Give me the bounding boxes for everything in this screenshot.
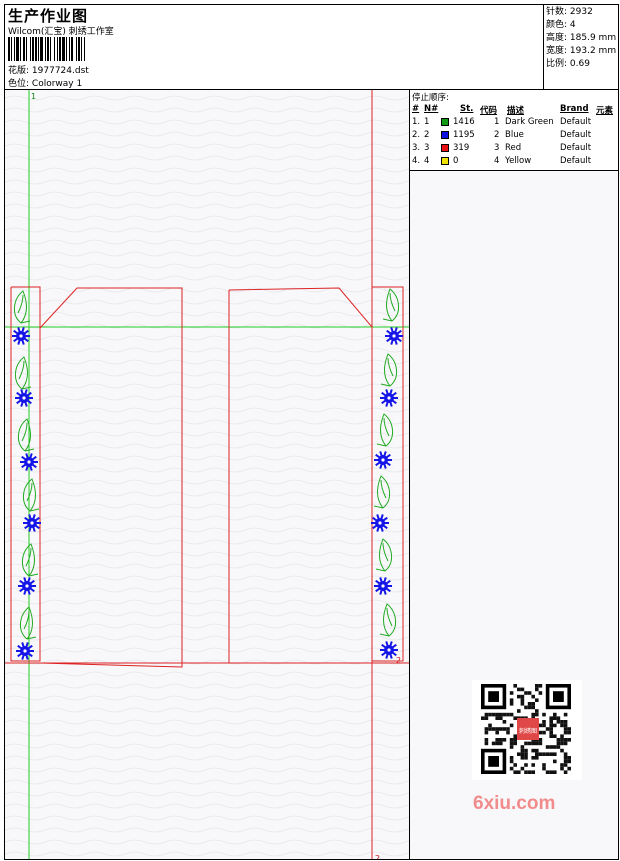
row-brand: Default <box>560 117 592 127</box>
stat-scale: 比例: 0.69 <box>546 59 590 69</box>
qr-code-image: 刺绣图 <box>472 680 582 780</box>
row-brand: Default <box>560 156 592 166</box>
marker-green-1: 1 <box>31 92 36 101</box>
row-brand: Default <box>560 130 592 140</box>
col-stitches: St. <box>460 104 474 114</box>
stop-sequence-row: 2. 2 1195 2 Blue Default <box>410 130 618 143</box>
sheet-title: 生产作业图 <box>8 7 89 25</box>
col-needle: N# <box>424 104 439 114</box>
row-code: 1 <box>494 117 500 127</box>
side-panel: 停止顺序: # N# St. 代码 描述 Brand 元素 1. 1 1416 1 Da… <box>410 90 618 859</box>
production-sheet: 生产作业图 Wilcom(汇宝) 刺绣工作室 花版: 1977724.dst 色… <box>4 4 619 860</box>
stop-sequence-row: 4. 4 0 4 Yellow Default <box>410 156 618 169</box>
row-code: 2 <box>494 130 500 140</box>
row-brand: Default <box>560 143 592 153</box>
row-stitches: 319 <box>453 143 470 153</box>
marker-red-2-bottom: 2 <box>375 854 380 860</box>
row-description: Yellow <box>505 156 532 166</box>
watermark-text: 6xiu.com <box>473 793 556 814</box>
design-file-line: 花版: 1977724.dst <box>8 63 89 76</box>
row-needle: 4 <box>424 156 430 166</box>
row-index: 3. <box>412 143 421 153</box>
col-description: 描述 <box>507 106 525 116</box>
stop-sequence-row: 3. 3 319 3 Red Default <box>410 143 618 156</box>
row-stitches: 1416 <box>453 117 475 127</box>
col-code: 代码 <box>480 106 498 116</box>
row-index: 1. <box>412 117 421 127</box>
thread-color-swatch <box>441 144 449 152</box>
row-needle: 3 <box>424 143 430 153</box>
row-needle: 1 <box>424 117 430 127</box>
row-code: 3 <box>494 143 500 153</box>
row-index: 2. <box>412 130 421 140</box>
row-code: 4 <box>494 156 500 166</box>
colorway-label: 色位: <box>8 79 30 89</box>
stat-colors: 颜色: 4 <box>546 20 576 30</box>
barcode-image <box>8 37 85 61</box>
row-description: Red <box>505 143 522 153</box>
col-brand: Brand <box>560 104 589 114</box>
stop-sequence-title: 停止顺序: <box>412 93 449 103</box>
row-stitches: 1195 <box>453 130 475 140</box>
embroidery-canvas: 1 2 2 <box>5 90 409 860</box>
stat-height: 高度: 185.9 mm <box>546 33 617 43</box>
row-description: Dark Green <box>505 117 554 127</box>
stop-sequence-row: 1. 1 1416 1 Dark Green Default <box>410 117 618 130</box>
colorway-value: Colorway 1 <box>31 79 83 89</box>
thread-color-swatch <box>441 157 449 165</box>
design-file-value: 1977724.dst <box>31 66 89 76</box>
col-element: 元素 <box>596 106 614 116</box>
design-file-label: 花版: <box>8 66 30 76</box>
stat-stitches: 针数: 2932 <box>546 7 593 17</box>
stop-sequence-table: 停止顺序: # N# St. 代码 描述 Brand 元素 1. 1 1416 1 Da… <box>410 90 618 171</box>
col-index: # <box>412 104 420 114</box>
stat-width: 宽度: 193.2 mm <box>546 46 617 56</box>
design-preview: 1 2 2 <box>5 90 410 860</box>
thread-color-swatch <box>441 118 449 126</box>
thread-color-swatch <box>441 131 449 139</box>
sheet-header: 生产作业图 Wilcom(汇宝) 刺绣工作室 花版: 1977724.dst 色… <box>5 5 543 89</box>
row-stitches: 0 <box>453 156 459 166</box>
row-needle: 2 <box>424 130 430 140</box>
row-index: 4. <box>412 156 421 166</box>
design-stats: 针数: 2932 颜色: 4 高度: 185.9 mm 宽度: 193.2 mm… <box>543 5 618 89</box>
row-description: Blue <box>505 130 524 140</box>
qr-stamp-text: 刺绣图 <box>519 727 537 735</box>
colorway-line: 色位: Colorway 1 <box>8 76 82 89</box>
company-name: Wilcom(汇宝) 刺绣工作室 <box>8 27 114 37</box>
